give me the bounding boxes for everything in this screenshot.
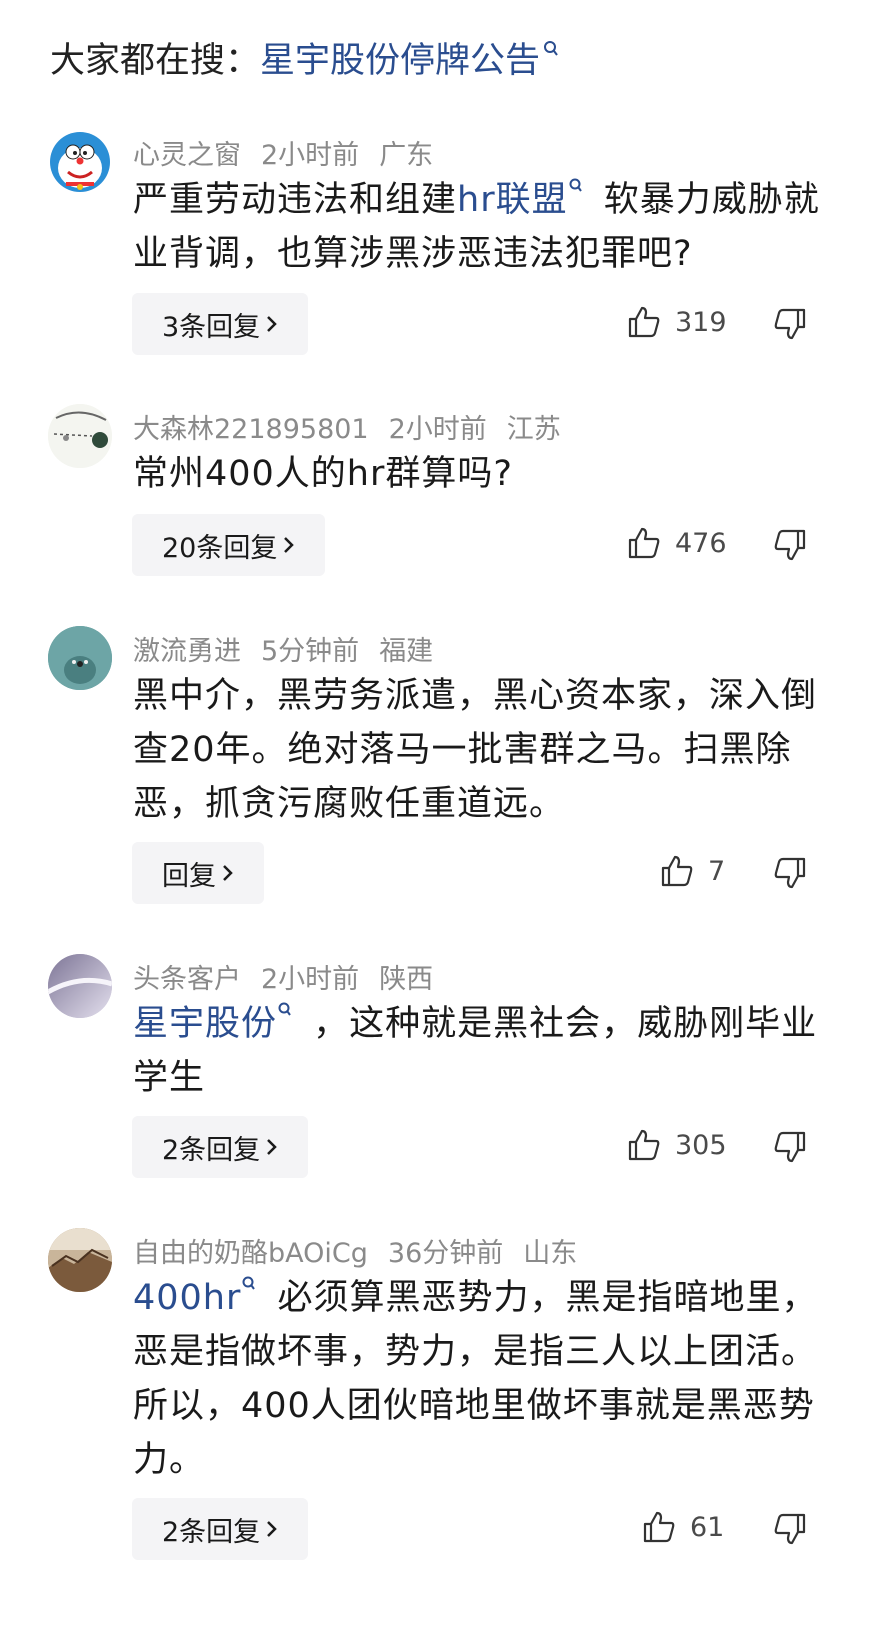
timestamp: 36分钟前 [387, 1238, 504, 1269]
replies-button[interactable]: 20条回复 [132, 514, 326, 576]
comment-text: 常州400人的hr群算吗? [133, 454, 513, 494]
like-count: 61 [690, 1511, 725, 1543]
thumbs-down-icon[interactable] [773, 1130, 807, 1164]
thumbs-up-icon [628, 527, 660, 559]
avatar[interactable] [48, 130, 112, 194]
thumbs-up-icon [661, 855, 693, 887]
search-suggestion-link[interactable]: 星宇股份停牌公告 [260, 32, 540, 83]
replies-button[interactable]: 2条回复 [132, 1498, 309, 1560]
username[interactable]: 自由的奶酪bAOiCg [133, 1231, 368, 1270]
timestamp: 5分钟前 [261, 636, 360, 667]
thumbs-down-icon[interactable] [773, 856, 807, 890]
username[interactable]: 心灵之窗 [133, 133, 241, 172]
search-icon [544, 41, 558, 56]
avatar[interactable] [48, 954, 112, 1018]
like-button[interactable]: 7 [660, 854, 725, 888]
location: 山东 [523, 1238, 578, 1269]
like-button[interactable]: 305 [627, 1128, 727, 1162]
avatar[interactable] [48, 404, 112, 468]
comment-meta: 激流勇进 5分钟前 福建 [133, 629, 433, 668]
comment-meta: 大森林221895801 2小时前 江苏 [133, 407, 561, 446]
thumbs-up-icon [628, 306, 660, 338]
timestamp: 2小时前 [388, 414, 487, 445]
comment-text: 严重劳动违法和组建hr联盟 软暴力威胁就业背调，也算涉黑涉恶违法犯罪吧? [133, 173, 833, 281]
timestamp: 2小时前 [261, 964, 360, 995]
search-suggestion-bar: 大家都在搜： 星宇股份停牌公告 [50, 32, 562, 82]
location: 福建 [379, 636, 434, 667]
thumbs-up-icon [628, 1129, 660, 1161]
chevron-right-icon [223, 865, 233, 881]
like-count: 7 [708, 855, 726, 887]
username[interactable]: 激流勇进 [133, 629, 241, 668]
like-count: 476 [675, 527, 727, 559]
thumbs-up-icon [643, 1511, 675, 1543]
comment-text: 400hr 必须算黑恶势力，黑是指暗地里，恶是指做坏事，势力，是指三人以上团活。… [133, 1271, 833, 1487]
chevron-right-icon [284, 537, 295, 553]
comment-meta: 头条客户 2小时前 陕西 [133, 957, 433, 996]
chevron-right-icon [267, 316, 277, 332]
comment-meta: 自由的奶酪bAOiCg 36分钟前 山东 [133, 1231, 577, 1270]
search-prefix: 大家都在搜： [50, 40, 261, 81]
username[interactable]: 大森林221895801 [133, 407, 369, 446]
thumbs-down-icon[interactable] [773, 528, 807, 562]
location: 陕西 [379, 964, 434, 995]
replies-button[interactable]: 3条回复 [132, 293, 309, 355]
location: 广东 [379, 140, 434, 171]
thumbs-down-icon[interactable] [773, 1512, 807, 1546]
timestamp: 2小时前 [261, 140, 360, 171]
comment-text: 星宇股份 ，这种就是黑社会，威胁刚毕业学生 [133, 997, 833, 1105]
like-count: 319 [675, 306, 727, 338]
search-icon [278, 1002, 291, 1016]
comment-text: 黑中介，黑劳务派遣，黑心资本家，深入倒查20年。绝对落马一批害群之马。扫黑除恶，… [133, 676, 818, 824]
search-icon [242, 1276, 256, 1290]
like-button[interactable]: 319 [627, 305, 727, 339]
replies-button[interactable]: 回复 [132, 842, 264, 904]
replies-button[interactable]: 2条回复 [132, 1116, 309, 1178]
thumbs-down-icon[interactable] [773, 307, 807, 341]
like-button[interactable]: 476 [627, 526, 727, 560]
chevron-right-icon [267, 1521, 277, 1537]
like-button[interactable]: 61 [642, 1510, 724, 1544]
comment-meta: 心灵之窗 2小时前 广东 [133, 133, 433, 172]
avatar[interactable] [48, 1228, 112, 1292]
topic-link[interactable]: 400hr [133, 1278, 241, 1318]
location: 江苏 [506, 414, 561, 445]
topic-link[interactable]: hr联盟 [457, 180, 568, 220]
search-icon [569, 178, 582, 192]
topic-link[interactable]: 星宇股份 [133, 1004, 277, 1044]
avatar[interactable] [48, 626, 112, 690]
chevron-right-icon [267, 1139, 277, 1155]
like-count: 305 [675, 1129, 727, 1161]
username[interactable]: 头条客户 [133, 957, 241, 996]
